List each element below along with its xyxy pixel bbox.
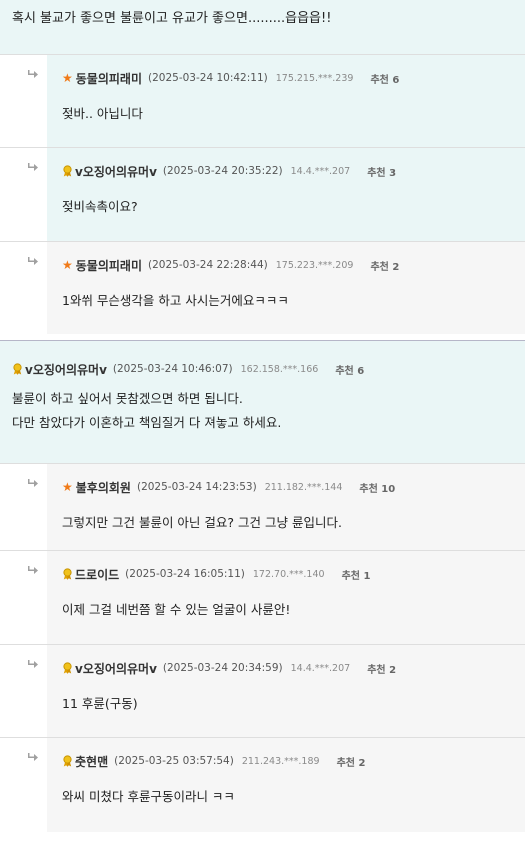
reply-arrow-icon: [27, 69, 39, 83]
reply-group: ★ 불후의회원 (2025-03-24 14:23:53) 211.182.***.1…: [0, 463, 525, 832]
recommend-count: 추천 10: [359, 483, 396, 495]
reply-indent: [0, 738, 47, 832]
comment-meta: 드로이드 (2025-03-24 16:05:11) 172.70.***.140 추…: [62, 565, 511, 583]
reply-item: 드로이드 (2025-03-24 16:05:11) 172.70.***.140 추…: [0, 550, 525, 644]
reply-arrow-icon: [27, 256, 39, 270]
reply-body: 춧현맨 (2025-03-25 03:57:54) 211.243.***.189 추…: [47, 738, 525, 832]
comment-date: (2025-03-24 14:23:53): [136, 481, 257, 493]
reply-indent: [0, 464, 47, 550]
comment-line: 불륜이 하고 싶어서 못참겠으면 하면 됩니다.: [12, 391, 243, 406]
reply-item: ★ 불후의회원 (2025-03-24 14:23:53) 211.182.***.1…: [0, 463, 525, 550]
comment-text: 젖비속촉이요?: [62, 199, 138, 214]
reply-arrow-icon: [27, 565, 39, 579]
reply-body: ★ 동물의피래미 (2025-03-24 10:42:11) 175.215.***.…: [47, 55, 525, 147]
author-nickname[interactable]: v오징어의유머v: [75, 163, 157, 180]
comment-text: 젖바.. 아닙니다: [62, 106, 143, 121]
medal-icon: [12, 360, 23, 379]
reply-arrow-icon: [27, 162, 39, 176]
ip-address: 172.70.***.140: [252, 568, 325, 580]
ip-address: 211.182.***.144: [264, 481, 343, 493]
reply-body: ★ 불후의회원 (2025-03-24 14:23:53) 211.182.***.1…: [47, 464, 525, 550]
reply-item: 춧현맨 (2025-03-25 03:57:54) 211.243.***.189 추…: [0, 737, 525, 832]
author-nickname[interactable]: 드로이드: [75, 566, 119, 583]
comment-date: (2025-03-24 22:28:44): [148, 259, 268, 271]
comment-meta: v오징어의유머v (2025-03-24 20:35:22) 14.4.***.20…: [62, 162, 511, 180]
reply-arrow-icon: [27, 478, 39, 492]
comment-line: 다만 참았다가 이혼하고 책임질거 다 져놓고 하세요.: [12, 415, 282, 430]
comment-date: (2025-03-24 10:42:11): [148, 72, 268, 84]
reply-indent: [0, 645, 47, 737]
author-nickname[interactable]: 춧현맨: [75, 753, 108, 770]
comment-meta: ★ 불후의회원 (2025-03-24 14:23:53) 211.182.***.1…: [62, 478, 511, 496]
recommend-count: 추천 1: [341, 570, 371, 582]
comment-text: 11 후륜(구동): [62, 696, 138, 711]
reply-body: v오징어의유머v (2025-03-24 20:34:59) 14.4.***.20…: [47, 645, 525, 737]
ip-address: 175.223.***.209: [275, 259, 354, 271]
comment-text: 혹시 불교가 좋으면 불륜이고 유교가 좋으면.........읍읍읍!!: [0, 0, 525, 54]
recommend-count: 추천 2: [370, 261, 400, 273]
star-icon: ★: [62, 258, 73, 272]
medal-icon: [62, 162, 73, 181]
author-nickname[interactable]: v오징어의유머v: [25, 361, 107, 378]
author-nickname[interactable]: v오징어의유머v: [75, 660, 157, 677]
reply-item: ★ 동물의피래미 (2025-03-24 22:28:44) 175.223.***.…: [0, 241, 525, 334]
comment-date: (2025-03-24 16:05:11): [125, 568, 245, 580]
star-icon: ★: [62, 71, 73, 85]
author-nickname[interactable]: 동물의피래미: [76, 257, 142, 274]
reply-group: ★ 동물의피래미 (2025-03-24 10:42:11) 175.215.***.…: [0, 54, 525, 334]
author-nickname[interactable]: 동물의피래미: [76, 70, 142, 87]
ip-address: 14.4.***.207: [290, 662, 351, 674]
comment-date: (2025-03-24 20:35:22): [162, 165, 283, 177]
reply-body: ★ 동물의피래미 (2025-03-24 22:28:44) 175.223.***.…: [47, 242, 525, 334]
reply-indent: [0, 551, 47, 644]
comment-text: 그렇지만 그건 불륜이 아닌 걸요? 그건 그냥 륜입니다.: [62, 515, 342, 530]
comment-meta: v오징어의유머v (2025-03-24 10:46:07) 162.158.*…: [12, 360, 513, 378]
comment-meta: 춧현맨 (2025-03-25 03:57:54) 211.243.***.189 추…: [62, 752, 511, 770]
comment-meta: ★ 동물의피래미 (2025-03-24 10:42:11) 175.215.***.…: [62, 69, 511, 87]
reply-indent: [0, 242, 47, 334]
reply-indent: [0, 55, 47, 147]
comment-date: (2025-03-24 10:46:07): [112, 363, 233, 375]
medal-icon: [62, 565, 73, 584]
comment-text: 와씨 미쳤다 후륜구동이라니 ㅋㅋ: [62, 789, 235, 804]
comment-list: 혹시 불교가 좋으면 불륜이고 유교가 좋으면.........읍읍읍!! ★ 동…: [0, 0, 525, 832]
comment-date: (2025-03-24 20:34:59): [162, 662, 283, 674]
reply-body: 드로이드 (2025-03-24 16:05:11) 172.70.***.140 추…: [47, 551, 525, 644]
comment-text: 1와쒸 무슨생각을 하고 사시는거에요ㅋㅋㅋ: [62, 293, 289, 308]
comment-meta: v오징어의유머v (2025-03-24 20:34:59) 14.4.***.20…: [62, 659, 511, 677]
medal-icon: [62, 659, 73, 678]
ip-address: 175.215.***.239: [275, 72, 354, 84]
recommend-count: 추천 6: [335, 365, 365, 377]
comment-meta: ★ 동물의피래미 (2025-03-24 22:28:44) 175.223.***.…: [62, 256, 511, 274]
recommend-count: 추천 2: [336, 757, 366, 769]
author-nickname[interactable]: 불후의회원: [76, 479, 131, 496]
star-icon: ★: [62, 480, 73, 494]
recommend-count: 추천 3: [367, 167, 397, 179]
comment-date: (2025-03-25 03:57:54): [114, 755, 234, 767]
recommend-count: 추천 2: [367, 664, 397, 676]
reply-item: v오징어의유머v (2025-03-24 20:35:22) 14.4.***.20…: [0, 147, 525, 241]
reply-item: ★ 동물의피래미 (2025-03-24 10:42:11) 175.215.***.…: [0, 54, 525, 147]
reply-indent: [0, 148, 47, 241]
reply-arrow-icon: [27, 752, 39, 766]
medal-icon: [62, 752, 73, 771]
comment-text: 불륜이 하고 싶어서 못참겠으면 하면 됩니다. 다만 참았다가 이혼하고 책임…: [12, 387, 513, 435]
ip-address: 211.243.***.189: [241, 755, 320, 767]
comment-text: 이제 그걸 네번쯤 할 수 있는 얼굴이 사륜안!: [62, 602, 291, 617]
reply-item: v오징어의유머v (2025-03-24 20:34:59) 14.4.***.20…: [0, 644, 525, 737]
recommend-count: 추천 6: [370, 74, 400, 86]
ip-address: 162.158.***.166: [240, 363, 319, 375]
reply-body: v오징어의유머v (2025-03-24 20:35:22) 14.4.***.20…: [47, 148, 525, 241]
comment: v오징어의유머v (2025-03-24 10:46:07) 162.158.*…: [0, 340, 525, 463]
ip-address: 14.4.***.207: [290, 165, 351, 177]
reply-arrow-icon: [27, 659, 39, 673]
